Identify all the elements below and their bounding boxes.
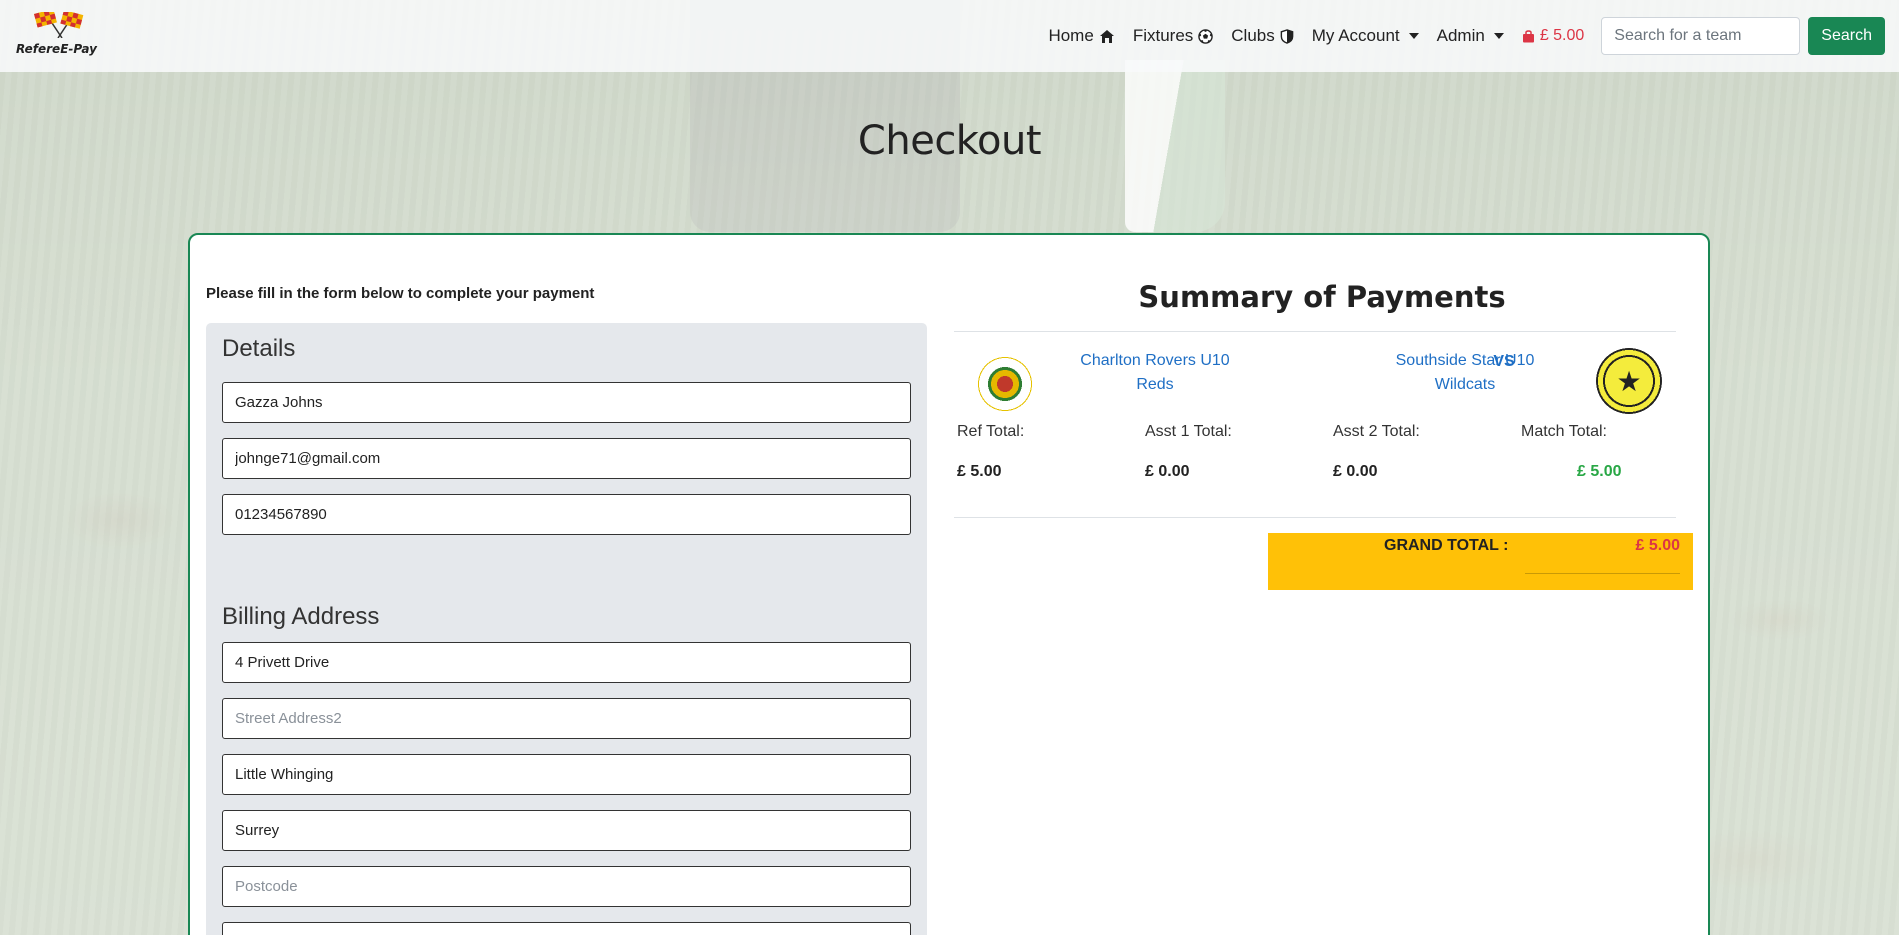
football-icon — [1198, 28, 1214, 44]
cart-total: £ 5.00 — [1539, 27, 1585, 44]
grand-total-underline — [1525, 573, 1680, 574]
name-field[interactable] — [222, 382, 911, 423]
county-field[interactable] — [222, 810, 911, 851]
match-total-value: £ 5.00 — [1577, 463, 1622, 480]
phone-field[interactable] — [222, 494, 911, 535]
billing-address-heading: Billing Address — [222, 603, 380, 630]
match-total-label: Match Total: — [1521, 423, 1607, 440]
brand-name: RefereE-Pay — [16, 42, 97, 56]
asst1-total-label: Asst 1 Total: — [1145, 423, 1232, 440]
home-team-name[interactable]: Charlton Rovers U10 Reds — [1070, 349, 1240, 397]
nav-home-label: Home — [1048, 26, 1094, 45]
chevron-down-icon — [1493, 33, 1504, 39]
town-field[interactable] — [222, 754, 911, 795]
star-icon: ★ — [1616, 365, 1642, 397]
email-field[interactable] — [222, 438, 911, 479]
summary-divider-top — [954, 331, 1676, 332]
asst2-total-value: £ 0.00 — [1333, 463, 1378, 480]
nav-clubs-link[interactable]: Clubs — [1222, 26, 1302, 46]
ref-total-value: £ 5.00 — [957, 463, 1002, 480]
payment-form: Details Billing Address — [206, 323, 927, 935]
ref-total-label: Ref Total: — [957, 423, 1025, 440]
search-button[interactable]: Search — [1808, 17, 1885, 55]
form-instructions: Please fill in the form below to complet… — [206, 285, 595, 302]
postcode-field[interactable] — [222, 866, 911, 907]
nav-fixtures-link[interactable]: Fixtures — [1124, 26, 1222, 46]
navbar: RefereE-Pay Home Fixtures Clubs My Accou… — [0, 0, 1899, 72]
shopping-bag-icon — [1522, 30, 1534, 43]
street-address2-field[interactable] — [222, 698, 911, 739]
house-icon — [1099, 29, 1114, 43]
nav-fixtures-label: Fixtures — [1132, 26, 1194, 45]
nav-admin-dropdown[interactable]: Admin — [1428, 26, 1513, 46]
asst1-total-value: £ 0.00 — [1145, 463, 1190, 480]
nav-links: Home Fixtures Clubs My Account Admin £ 5… — [1039, 0, 1899, 72]
grand-total-value: £ 5.00 — [1635, 537, 1680, 554]
nav-home-link[interactable]: Home — [1039, 26, 1123, 46]
summary-title: Summary of Payments — [1138, 280, 1506, 314]
details-heading: Details — [222, 335, 296, 362]
home-team-crest — [976, 355, 1034, 413]
brand-logo[interactable]: RefereE-Pay — [14, 12, 104, 60]
street-address1-field[interactable] — [222, 642, 911, 683]
away-team-name[interactable]: Southside Star U10 Wildcats — [1380, 349, 1550, 397]
checkout-card: Please fill in the form below to complet… — [188, 233, 1710, 935]
nav-cart-link[interactable]: £ 5.00 — [1513, 27, 1593, 45]
page-title: Checkout — [857, 118, 1042, 164]
nav-clubs-label: Clubs — [1231, 26, 1275, 45]
chevron-down-icon — [1408, 33, 1419, 39]
nav-my-account-dropdown[interactable]: My Account — [1303, 26, 1428, 46]
country-field[interactable] — [222, 922, 911, 935]
asst2-total-label: Asst 2 Total: — [1333, 423, 1420, 440]
summary-divider-bottom — [954, 517, 1676, 518]
nav-admin-label: Admin — [1436, 26, 1485, 45]
shield-icon — [1280, 28, 1294, 44]
team-search-input[interactable] — [1601, 17, 1801, 55]
grand-total-label: GRAND TOTAL : — [1384, 537, 1509, 554]
checkered-flags-icon — [34, 12, 84, 38]
nav-my-account-label: My Account — [1311, 26, 1400, 45]
